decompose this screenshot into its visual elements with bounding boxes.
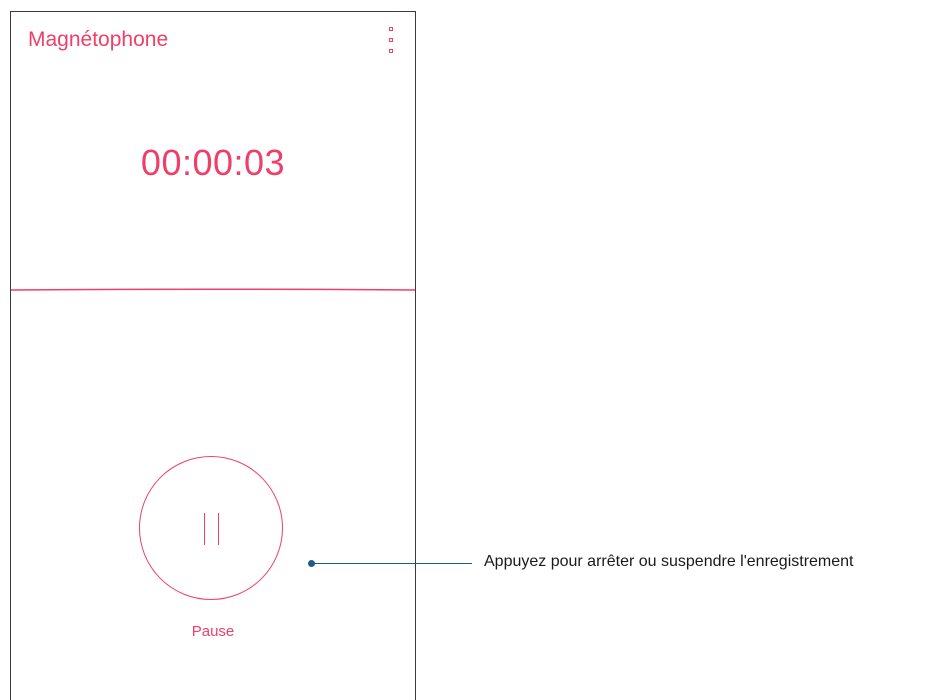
menu-dot [389, 27, 393, 31]
pause-label: Pause [191, 623, 235, 640]
waveform-line [11, 288, 415, 291]
elapsed-timer: 00:00:03 [140, 142, 286, 183]
menu-dot [389, 38, 393, 42]
phone-screen: Magnétophone 00:00:03 Pause [10, 11, 416, 700]
pause-icon [204, 513, 205, 545]
more-options-icon[interactable] [385, 27, 397, 53]
callout-line [312, 563, 472, 564]
callout-text: Appuyez pour arrêter ou suspendre l'enre… [484, 553, 854, 570]
menu-dot [389, 49, 393, 53]
app-title: Magnétophone [28, 28, 169, 51]
pause-icon [218, 513, 219, 545]
pause-button[interactable] [139, 456, 283, 600]
